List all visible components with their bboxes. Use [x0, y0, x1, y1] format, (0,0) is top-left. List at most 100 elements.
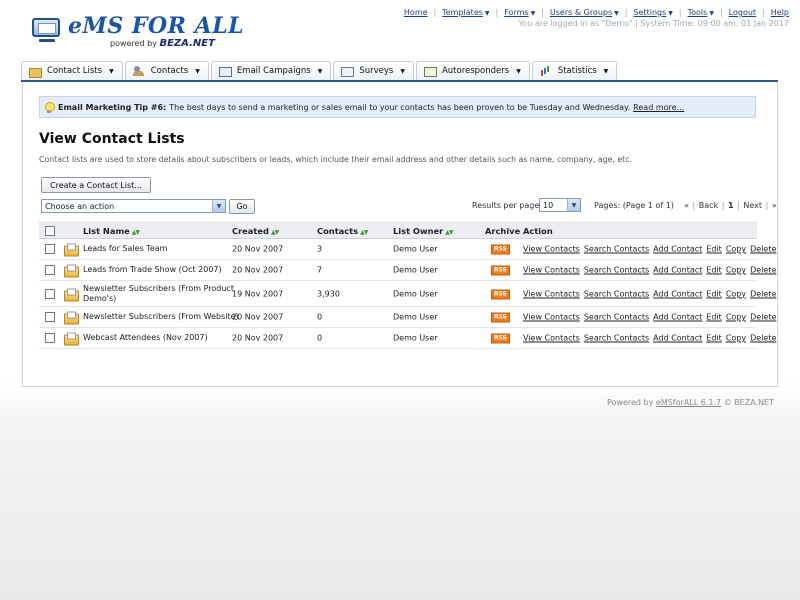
copy-link[interactable]: Copy — [726, 266, 746, 275]
chevron-down-icon[interactable]: ▼ — [195, 68, 200, 75]
chevron-down-icon[interactable]: ▼ — [516, 68, 521, 75]
paging-back[interactable]: Back — [699, 201, 718, 210]
row-actions: View Contacts Search Contacts Add Contact E… — [523, 289, 780, 298]
search-contacts-link[interactable]: Search Contacts — [584, 245, 649, 254]
rss-icon[interactable]: RSS — [491, 265, 510, 276]
action-select[interactable]: Choose an action ▼ — [41, 199, 226, 213]
delete-link[interactable]: Delete — [750, 289, 776, 298]
chevron-down-icon[interactable]: ▼ — [109, 68, 114, 75]
archive-cell: RSS — [491, 288, 510, 299]
search-contacts-link[interactable]: Search Contacts — [584, 313, 649, 322]
add-contact-link[interactable]: Add Contact — [653, 245, 702, 254]
chevron-down-icon[interactable]: ▼ — [614, 10, 619, 17]
copy-link[interactable]: Copy — [726, 313, 746, 322]
top-nav-links: Home | Templates ▼ | Forms ▼ | Users & Groups ▼ | S… — [404, 8, 789, 18]
results-per-page-select[interactable]: 10 ▼ — [539, 198, 581, 212]
delete-link[interactable]: Delete — [750, 266, 776, 275]
column-created[interactable]: Created ▲▼ — [232, 226, 279, 236]
tip-read-more-link[interactable]: Read more... — [633, 103, 684, 112]
nav-settings[interactable]: Settings — [633, 8, 666, 17]
list-name-line: Webcast Attendees (Nov 2007) — [83, 333, 208, 342]
column-list-name[interactable]: List Name ▲▼ — [83, 225, 140, 236]
paging-first[interactable]: « — [684, 201, 689, 210]
sort-arrows-icon[interactable]: ▲▼ — [445, 229, 453, 236]
tab-label: Email Campaigns — [236, 66, 311, 76]
chevron-down-icon[interactable]: ▼ — [318, 68, 323, 75]
rss-icon[interactable]: RSS — [491, 244, 510, 255]
rss-icon[interactable]: RSS — [491, 333, 510, 344]
delete-link[interactable]: Delete — [750, 245, 776, 254]
sort-arrows-icon[interactable]: ▲▼ — [271, 229, 279, 236]
chevron-down-icon[interactable]: ▼ — [604, 68, 609, 75]
copy-link[interactable]: Copy — [726, 289, 746, 298]
rss-icon[interactable]: RSS — [491, 312, 510, 323]
chevron-down-icon[interactable]: ▼ — [400, 68, 405, 75]
footer-version-link[interactable]: eMSforALL 6.1.7 — [656, 398, 721, 407]
chevron-down-icon[interactable]: ▼ — [668, 10, 673, 17]
view-contacts-link[interactable]: View Contacts — [523, 289, 580, 298]
copy-link[interactable]: Copy — [726, 334, 746, 343]
view-contacts-link[interactable]: View Contacts — [523, 334, 580, 343]
edit-link[interactable]: Edit — [706, 313, 722, 322]
column-list-name-label: List Name — [83, 225, 130, 236]
surveys-icon — [341, 66, 355, 77]
column-contacts[interactable]: Contacts ▲▼ — [317, 226, 368, 236]
add-contact-link[interactable]: Add Contact — [653, 266, 702, 275]
email-campaigns-icon — [218, 66, 232, 77]
tab-statistics[interactable]: Statistics ▼ — [531, 61, 618, 80]
row-checkbox[interactable] — [45, 312, 55, 322]
column-list-owner[interactable]: List Owner ▲▼ — [393, 226, 454, 236]
search-contacts-link[interactable]: Search Contacts — [584, 289, 649, 298]
tab-contacts[interactable]: Contacts ▼ — [124, 61, 209, 80]
table-row: Newsletter Subscribers (From Product Demo… — [39, 281, 776, 307]
nav-users-groups[interactable]: Users & Groups — [550, 8, 612, 17]
view-contacts-link[interactable]: View Contacts — [523, 266, 580, 275]
tab-contact-lists[interactable]: Contact Lists ▼ — [21, 61, 123, 80]
go-button[interactable]: Go — [229, 199, 255, 214]
row-actions: View Contacts Search Contacts Add Contact E… — [523, 245, 780, 254]
chevron-down-icon[interactable]: ▼ — [531, 10, 536, 17]
view-contacts-link[interactable]: View Contacts — [523, 313, 580, 322]
edit-link[interactable]: Edit — [706, 334, 722, 343]
nav-forms[interactable]: Forms — [504, 8, 528, 17]
nav-logout[interactable]: Logout — [729, 8, 756, 17]
nav-help[interactable]: Help — [771, 8, 789, 17]
sort-arrows-icon[interactable]: ▲▼ — [132, 229, 140, 236]
add-contact-link[interactable]: Add Contact — [653, 313, 702, 322]
edit-link[interactable]: Edit — [706, 266, 722, 275]
archive-cell: RSS — [491, 265, 510, 276]
chevron-down-icon[interactable]: ▼ — [212, 200, 225, 212]
rss-icon[interactable]: RSS — [491, 289, 510, 299]
list-folder-icon — [64, 264, 79, 278]
add-contact-link[interactable]: Add Contact — [653, 334, 702, 343]
search-contacts-link[interactable]: Search Contacts — [584, 266, 649, 275]
nav-home[interactable]: Home — [404, 8, 428, 17]
add-contact-link[interactable]: Add Contact — [653, 289, 702, 298]
row-checkbox[interactable] — [45, 244, 55, 254]
edit-link[interactable]: Edit — [706, 245, 722, 254]
tip-title: Email Marketing Tip #6: — [58, 102, 167, 112]
list-folder-icon — [64, 288, 79, 301]
tab-email-campaigns[interactable]: Email Campaigns ▼ — [210, 61, 332, 80]
row-checkbox[interactable] — [45, 288, 55, 299]
select-all-checkbox[interactable] — [45, 225, 55, 236]
view-contacts-link[interactable]: View Contacts — [523, 245, 580, 254]
row-checkbox[interactable] — [45, 265, 55, 275]
row-checkbox[interactable] — [45, 333, 55, 343]
chevron-down-icon[interactable]: ▼ — [567, 199, 580, 211]
paging-next[interactable]: Next — [743, 201, 762, 210]
chevron-down-icon[interactable]: ▼ — [709, 10, 714, 17]
nav-templates[interactable]: Templates — [442, 8, 483, 17]
tab-autoresponders[interactable]: Autoresponders ▼ — [415, 61, 530, 80]
delete-link[interactable]: Delete — [750, 334, 776, 343]
paging-last[interactable]: » — [772, 201, 777, 210]
sort-arrows-icon[interactable]: ▲▼ — [360, 229, 368, 236]
copy-link[interactable]: Copy — [726, 245, 746, 254]
delete-link[interactable]: Delete — [750, 313, 776, 322]
tab-surveys[interactable]: Surveys ▼ — [333, 61, 414, 80]
create-contact-list-button[interactable]: Create a Contact List... — [41, 177, 151, 193]
nav-tools[interactable]: Tools — [688, 8, 708, 17]
chevron-down-icon[interactable]: ▼ — [485, 10, 490, 17]
search-contacts-link[interactable]: Search Contacts — [584, 334, 649, 343]
edit-link[interactable]: Edit — [706, 289, 722, 298]
